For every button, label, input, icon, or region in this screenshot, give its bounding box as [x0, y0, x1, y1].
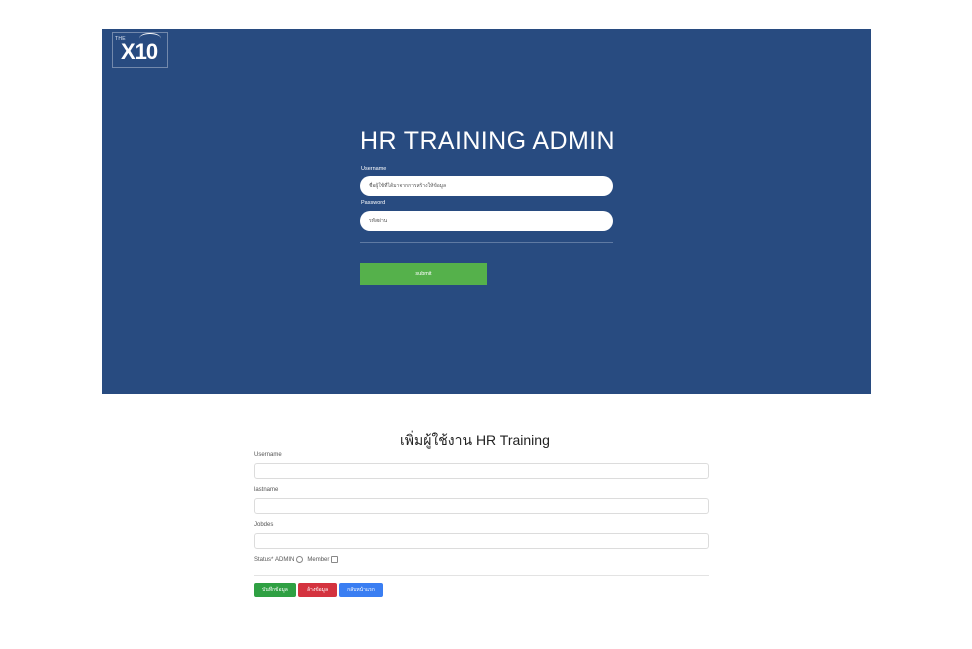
username-input[interactable] [254, 463, 709, 479]
status-label: Status* [254, 556, 274, 563]
lastname-label: lastname [254, 487, 279, 493]
status-admin-label: ADMIN [275, 556, 295, 563]
form-title: เพิ่มผู้ใช้งาน HR Training [400, 432, 550, 448]
login-panel: THE X10 HR TRAINING ADMIN Username ชื่อผ… [102, 29, 871, 394]
login-password-label: Password [361, 200, 386, 206]
status-row: Status* ADMIN Member [254, 556, 339, 563]
save-button[interactable]: บันทึกข้อมูล [254, 583, 296, 597]
login-username-input[interactable]: ชื่อผู้ใช้ที่ได้มาจากการสร้างให้ข้อมูล [360, 176, 613, 196]
submit-button[interactable]: submit [360, 263, 487, 285]
jobdes-input[interactable] [254, 533, 709, 549]
login-password-input[interactable]: รหัสผ่าน [360, 211, 613, 231]
clear-button[interactable]: ล้างข้อมูล [298, 583, 337, 597]
login-title: HR TRAINING ADMIN [360, 127, 615, 155]
status-member-label: Member [307, 556, 330, 563]
login-divider [360, 242, 613, 243]
login-username-label: Username [361, 166, 387, 172]
logo-text: X10 [121, 39, 158, 64]
lastname-input[interactable] [254, 498, 709, 514]
back-home-button[interactable]: กลับหน้าแรก [339, 583, 383, 597]
status-member-checkbox[interactable] [331, 556, 339, 563]
status-admin-radio[interactable] [296, 556, 304, 563]
username-label: Username [254, 452, 282, 458]
jobdes-label: Jobdes [254, 522, 274, 528]
company-logo: THE X10 [112, 32, 168, 68]
form-divider [254, 575, 709, 576]
